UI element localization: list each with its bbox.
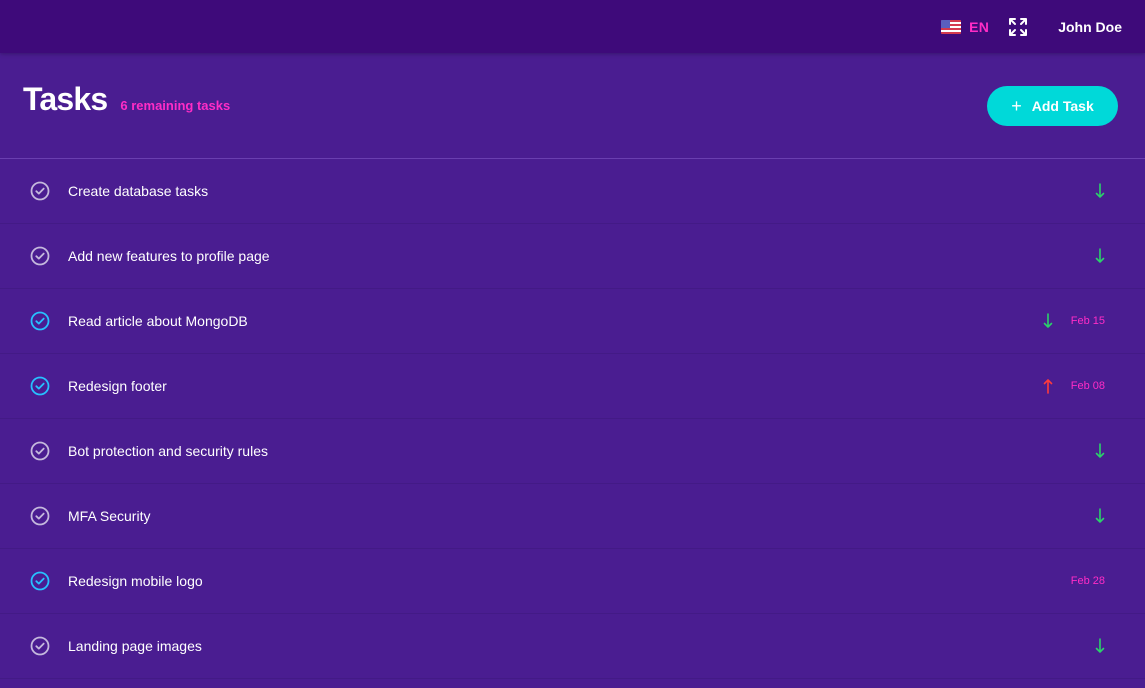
us-flag-icon	[941, 19, 962, 34]
task-meta	[1015, 183, 1105, 199]
add-task-label: Add Task	[1031, 97, 1094, 114]
page-header: Tasks 6 remaining tasks + Add Task	[0, 53, 1145, 159]
task-title: Redesign footer	[68, 378, 167, 394]
priority-down-arrow-icon	[1043, 313, 1053, 328]
task-meta: Feb 15	[1015, 313, 1105, 329]
task-row[interactable]: Create database tasks	[0, 159, 1145, 224]
fullscreen-icon[interactable]	[1008, 17, 1028, 37]
task-row[interactable]: MFA Security	[0, 484, 1145, 549]
task-meta	[1015, 248, 1105, 264]
page-title: Tasks	[23, 81, 108, 117]
user-name[interactable]: John Doe	[1058, 19, 1122, 35]
task-row[interactable]: Redesign footer Feb 08	[0, 354, 1145, 419]
check-circle-done-icon[interactable]	[30, 376, 50, 396]
title-group: Tasks 6 remaining tasks	[23, 81, 230, 118]
priority-down-arrow-icon	[1095, 638, 1105, 653]
task-due-date: Feb 28	[1070, 575, 1105, 587]
task-row[interactable]: Add new features to profile page	[0, 224, 1145, 289]
task-title: MFA Security	[68, 508, 151, 524]
task-title: Read article about MongoDB	[68, 313, 248, 329]
task-row[interactable]: Redesign mobile logo Feb 28	[0, 549, 1145, 614]
priority-down-arrow-icon	[1095, 443, 1105, 458]
top-bar: EN John Doe	[0, 0, 1145, 53]
task-title: Bot protection and security rules	[68, 443, 268, 459]
check-circle-done-icon[interactable]	[30, 571, 50, 591]
task-meta: Feb 28	[1015, 575, 1105, 587]
task-meta	[1015, 508, 1105, 524]
task-title: Add new features to profile page	[68, 248, 270, 264]
task-due-date: Feb 15	[1070, 315, 1105, 327]
task-title: Redesign mobile logo	[68, 573, 203, 589]
task-list: Create database tasks Add new features to…	[0, 159, 1145, 679]
check-circle-icon[interactable]	[30, 181, 50, 201]
task-row[interactable]: Landing page images	[0, 614, 1145, 679]
priority-up-arrow-icon	[1043, 379, 1053, 394]
check-circle-icon[interactable]	[30, 441, 50, 461]
plus-icon: +	[1011, 95, 1022, 116]
task-row[interactable]: Read article about MongoDB Feb 15	[0, 289, 1145, 354]
task-meta: Feb 08	[1015, 378, 1105, 394]
task-title: Landing page images	[68, 638, 202, 654]
remaining-tasks-count: 6 remaining tasks	[120, 98, 231, 113]
priority-down-arrow-icon	[1095, 508, 1105, 523]
priority-down-arrow-icon	[1095, 248, 1105, 263]
language-code: EN	[969, 18, 990, 35]
task-title: Create database tasks	[68, 183, 209, 199]
check-circle-icon[interactable]	[30, 636, 50, 656]
task-meta	[1015, 443, 1105, 459]
language-selector[interactable]: EN	[941, 19, 989, 35]
check-circle-icon[interactable]	[30, 506, 50, 526]
check-circle-icon[interactable]	[30, 246, 50, 266]
add-task-button[interactable]: + Add Task	[987, 85, 1118, 126]
priority-down-arrow-icon	[1095, 183, 1105, 198]
task-meta	[1015, 638, 1105, 654]
check-circle-done-icon[interactable]	[30, 311, 50, 331]
task-row[interactable]: Bot protection and security rules	[0, 419, 1145, 484]
task-due-date: Feb 08	[1070, 380, 1105, 392]
